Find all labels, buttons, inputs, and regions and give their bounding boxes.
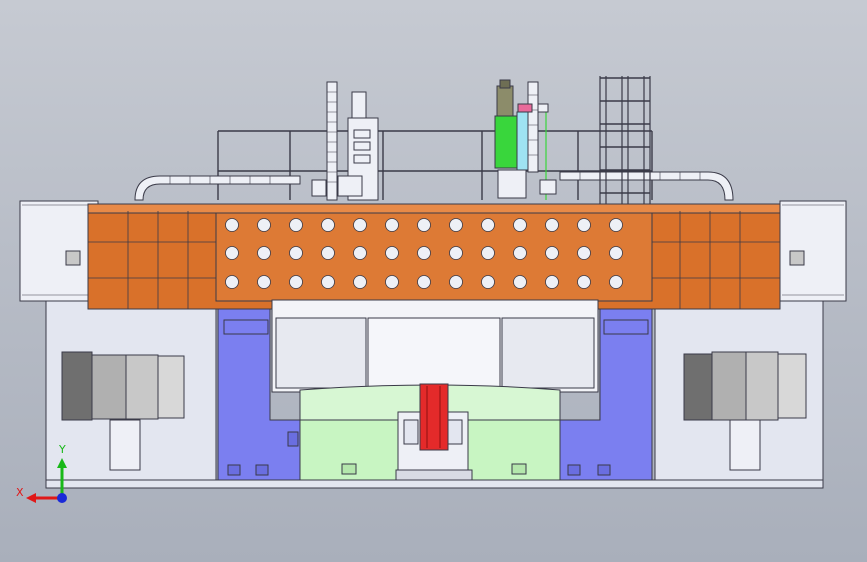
machine-drawing [19,76,847,503]
crossbeam-hole [609,218,623,232]
cable-chain [134,171,734,201]
crossbeam-hole [353,218,367,232]
crossbeam-hole [609,275,623,289]
crossbeam-hole [417,275,431,289]
crossbeam-hole [513,275,527,289]
crossbeam-hole [353,275,367,289]
top-railing [217,130,653,200]
cad-viewport[interactable]: X Y [0,0,867,562]
crossbeam-hole [545,218,559,232]
crossbeam-hole [385,218,399,232]
crossbeam-hole [257,218,271,232]
crossbeam-hole [481,218,495,232]
crossbeam-hole [513,218,527,232]
crossbeam-hole [481,246,495,260]
crossbeam-hole [225,218,239,232]
crossbeam-hole [577,218,591,232]
crossbeam-hole [385,275,399,289]
crossbeam-hole [225,246,239,260]
crossbeam [87,203,781,310]
work-enclosure [271,299,599,393]
crossbeam-hole [321,218,335,232]
crossbeam-hole [353,246,367,260]
crossbeam-hole [257,275,271,289]
crossbeam-hole [289,275,303,289]
crossbeam-hole [257,246,271,260]
right-motor-tower [494,79,557,200]
crossbeam-hole [545,275,559,289]
crossbeam-hole [577,275,591,289]
crossbeam-hole [321,246,335,260]
crossbeam-hole [481,275,495,289]
crossbeam-hole [289,246,303,260]
crossbeam-hole [449,246,463,260]
crossbeam-hole [577,246,591,260]
crossbeam-hole [321,275,335,289]
crossbeam-hole [609,246,623,260]
crossbeam-hole [225,275,239,289]
left-ram-tower [311,81,379,201]
crossbeam-hole [449,218,463,232]
crossbeam-hole [417,218,431,232]
y-axis-label: Y [59,443,66,456]
crossbeam-hole [385,246,399,260]
crossbeam-hole [449,275,463,289]
crossbeam-hole [513,246,527,260]
crossbeam-hole [545,246,559,260]
floor-rail [45,479,824,489]
crossbeam-hole [417,246,431,260]
crossbeam-hole [289,218,303,232]
x-axis-label: X [16,486,24,499]
